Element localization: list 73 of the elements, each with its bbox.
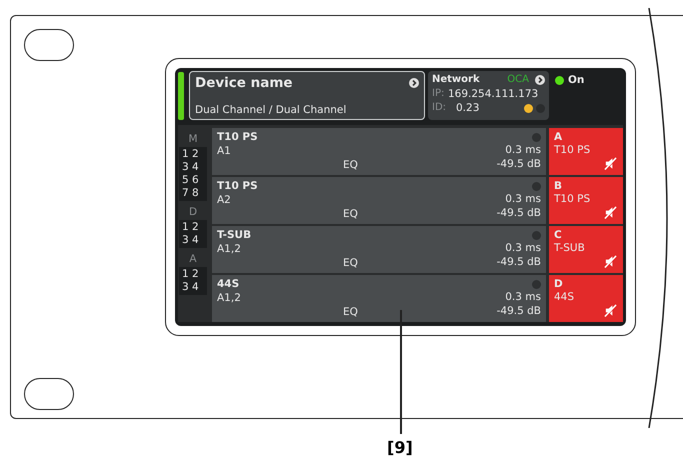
output-tile[interactable]: C T-SUB: [549, 226, 623, 273]
output-letter: C: [554, 229, 563, 242]
channel-row[interactable]: T10 PS A1 EQ 0.3 ms -49.5 dB: [212, 128, 546, 175]
speaker-muted-icon: [604, 255, 617, 268]
channel-row[interactable]: T-SUB A1,2 EQ 0.3 ms -49.5 dB: [212, 226, 546, 273]
channel-source-label: A1,2: [217, 242, 242, 256]
eq-label: EQ: [343, 208, 358, 221]
eq-label: EQ: [343, 158, 358, 172]
output-letter: B: [554, 180, 564, 193]
channel-name: 44S: [217, 278, 240, 292]
signal-led-icon: [532, 280, 541, 289]
network-label: Network: [432, 73, 480, 87]
gain-value: -49.5 dB: [496, 304, 541, 318]
input-pair: 1 2: [181, 268, 200, 281]
channel-mode-text: Dual Channel / Dual Channel: [195, 104, 348, 116]
channel-source-label: A1: [217, 144, 232, 158]
delay-value: 0.3 ms: [505, 291, 541, 304]
input-pair: 7 8: [181, 187, 200, 200]
callout-number: [9]: [387, 438, 413, 457]
input-pair: 1 2: [181, 221, 200, 234]
input-pair: 3 4: [181, 281, 200, 294]
input-group-label: D: [188, 205, 198, 220]
speaker-name: T10 PS: [554, 144, 592, 157]
device-name: Device name: [195, 75, 293, 91]
speaker-name: T10 PS: [554, 193, 592, 206]
delay-value: 0.3 ms: [505, 144, 541, 158]
device-id: 0.23: [456, 101, 480, 115]
speaker-muted-icon: [604, 304, 617, 317]
channel-source-label: A1,2: [217, 292, 242, 305]
power-label: On: [568, 74, 584, 86]
channel-name: T-SUB: [217, 229, 252, 242]
signal-led-icon: [532, 182, 541, 191]
input-group-label: M: [188, 132, 198, 147]
input-pair: 5 6: [181, 174, 200, 187]
ip-address: 169.254.111.173: [448, 87, 538, 101]
status-bar-indicator: [178, 72, 184, 120]
output-letter: A: [554, 131, 564, 144]
gain-value: -49.5 dB: [496, 256, 541, 269]
gain-value: -49.5 dB: [496, 206, 541, 220]
channel-row[interactable]: T10 PS A2 EQ 0.3 ms -49.5 dB: [212, 177, 546, 224]
input-pair: 1 2: [181, 148, 200, 161]
speaker-muted-icon: [604, 157, 617, 170]
speaker-name: T-SUB: [554, 242, 586, 255]
chevron-icon: [535, 75, 545, 85]
status-dot-icon: [524, 104, 533, 112]
output-tile[interactable]: A T10 PS: [549, 128, 623, 175]
delay-value: 0.3 ms: [505, 193, 541, 206]
channel-source-label: A2: [217, 194, 232, 207]
signal-led-icon: [532, 133, 541, 142]
output-tile[interactable]: D 44S: [549, 275, 623, 322]
output-tile[interactable]: B T10 PS: [549, 177, 623, 224]
eq-label: EQ: [343, 306, 358, 319]
channel-name: T10 PS: [217, 131, 259, 144]
mounting-hole-icon: [24, 29, 74, 61]
protocol-label: OCA: [507, 73, 529, 87]
input-pair: 3 4: [181, 234, 200, 247]
channel-row[interactable]: 44S A1,2 EQ 0.3 ms -49.5 dB: [212, 275, 546, 322]
network-panel[interactable]: Network OCA IP: 169.254.111.173 ID: 0.23: [428, 71, 549, 120]
chevron-icon: [409, 78, 419, 88]
mounting-hole-icon: [24, 378, 74, 410]
id-label: ID:: [432, 101, 446, 115]
output-letter: D: [554, 278, 564, 291]
gain-value: -49.5 dB: [496, 158, 541, 171]
speaker-name: 44S: [554, 291, 576, 304]
input-pair: 3 4: [181, 161, 200, 174]
eq-label: EQ: [343, 256, 358, 270]
ip-label: IP:: [432, 87, 446, 101]
signal-led-icon: [532, 231, 541, 240]
channel-name: T10 PS: [217, 180, 259, 194]
input-group-label: A: [189, 252, 197, 267]
device-name-panel[interactable]: Device name Dual Channel / Dual Channel: [189, 71, 425, 120]
delay-value: 0.3 ms: [505, 242, 541, 256]
speaker-muted-icon: [604, 206, 617, 219]
